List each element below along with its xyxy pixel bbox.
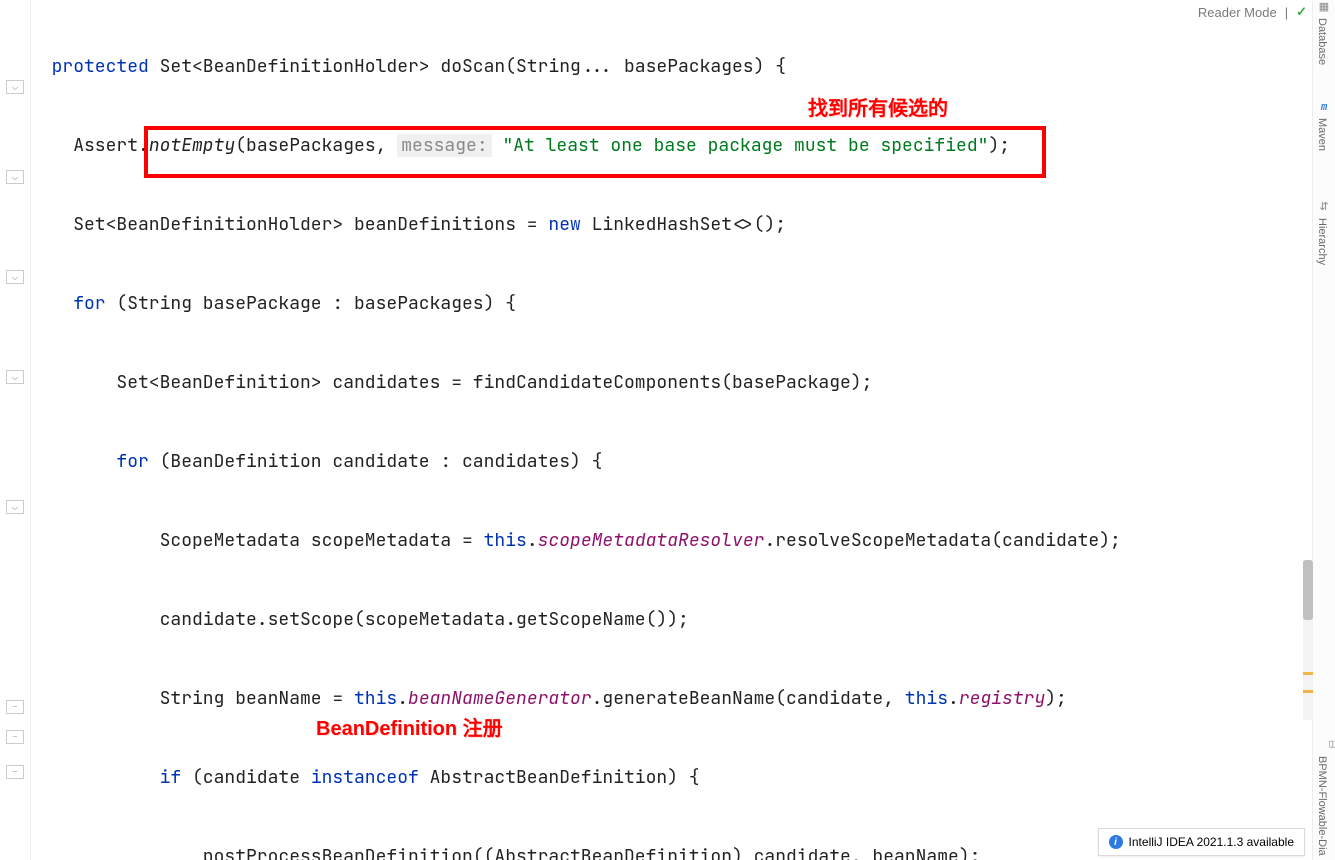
hierarchy-tool-label[interactable]: Hierarchy [1316, 218, 1328, 265]
inspection-check-icon[interactable]: ✓ [1296, 4, 1307, 20]
code-line[interactable]: candidate.setScope(scopeMetadata.getScop… [30, 603, 1310, 636]
update-text: IntelliJ IDEA 2021.1.3 available [1129, 835, 1294, 849]
scrollbar-mark-icon [1303, 690, 1313, 693]
hierarchy-tool-icon[interactable]: ⇵ [1313, 200, 1335, 214]
fold-marker-icon[interactable]: ⌄ [6, 500, 24, 514]
maven-tool-icon[interactable]: m [1313, 100, 1335, 114]
database-tool-icon[interactable]: ▦ [1313, 0, 1335, 14]
code-line[interactable]: String beanName = this.beanNameGenerator… [30, 682, 1310, 715]
reader-mode-toggle[interactable]: Reader Mode | ✓ [1198, 4, 1307, 20]
scrollbar-thumb[interactable] [1303, 560, 1313, 620]
scrollbar-mark-icon [1303, 672, 1313, 675]
fold-marker-icon[interactable]: ⌄ [6, 270, 24, 284]
editor-gutter[interactable]: ⌄ ⌄ ⌄ ⌄ ⌄ – – – [0, 0, 31, 860]
code-line[interactable]: protected Set<BeanDefinitionHolder> doSc… [30, 50, 1310, 83]
database-tool-label[interactable]: Database [1316, 18, 1328, 65]
code-editor[interactable]: protected Set<BeanDefinitionHolder> doSc… [30, 4, 1310, 860]
parameter-hint: message: [397, 134, 491, 157]
code-line[interactable]: ScopeMetadata scopeMetadata = this.scope… [30, 524, 1310, 557]
code-line[interactable]: Assert.notEmpty(basePackages, message: "… [30, 129, 1310, 162]
code-line[interactable]: for (String basePackage : basePackages) … [30, 287, 1310, 320]
fold-marker-icon[interactable]: ⌄ [6, 170, 24, 184]
fold-marker-icon[interactable]: ⌄ [6, 370, 24, 384]
reader-mode-label: Reader Mode [1198, 5, 1277, 20]
keyword-protected: protected [52, 55, 149, 78]
fold-marker-icon[interactable]: – [6, 765, 24, 779]
fold-marker-icon[interactable]: ⌄ [6, 80, 24, 94]
string-literal: "At least one base package must be speci… [502, 134, 988, 157]
fold-marker-icon[interactable]: – [6, 730, 24, 744]
separator: | [1285, 5, 1288, 20]
code-line[interactable]: Set<BeanDefinitionHolder> beanDefinition… [30, 208, 1310, 241]
code-line[interactable]: for (BeanDefinition candidate : candidat… [30, 445, 1310, 478]
tool-window-rail: ▦ Database m Maven ⇵ Hierarchy ◫ BPMN-Fl… [1312, 0, 1335, 860]
bpmn-tool-icon[interactable]: ◫ [1313, 738, 1335, 752]
code-line[interactable]: Set<BeanDefinition> candidates = findCan… [30, 366, 1310, 399]
update-notification[interactable]: i IntelliJ IDEA 2021.1.3 available [1098, 828, 1305, 856]
code-line[interactable]: if (candidate instanceof AbstractBeanDef… [30, 761, 1310, 794]
fold-marker-icon[interactable]: – [6, 700, 24, 714]
bpmn-tool-label[interactable]: BPMN-Flowable-Dia [1316, 756, 1328, 856]
maven-tool-label[interactable]: Maven [1316, 118, 1328, 151]
info-icon: i [1109, 835, 1123, 849]
